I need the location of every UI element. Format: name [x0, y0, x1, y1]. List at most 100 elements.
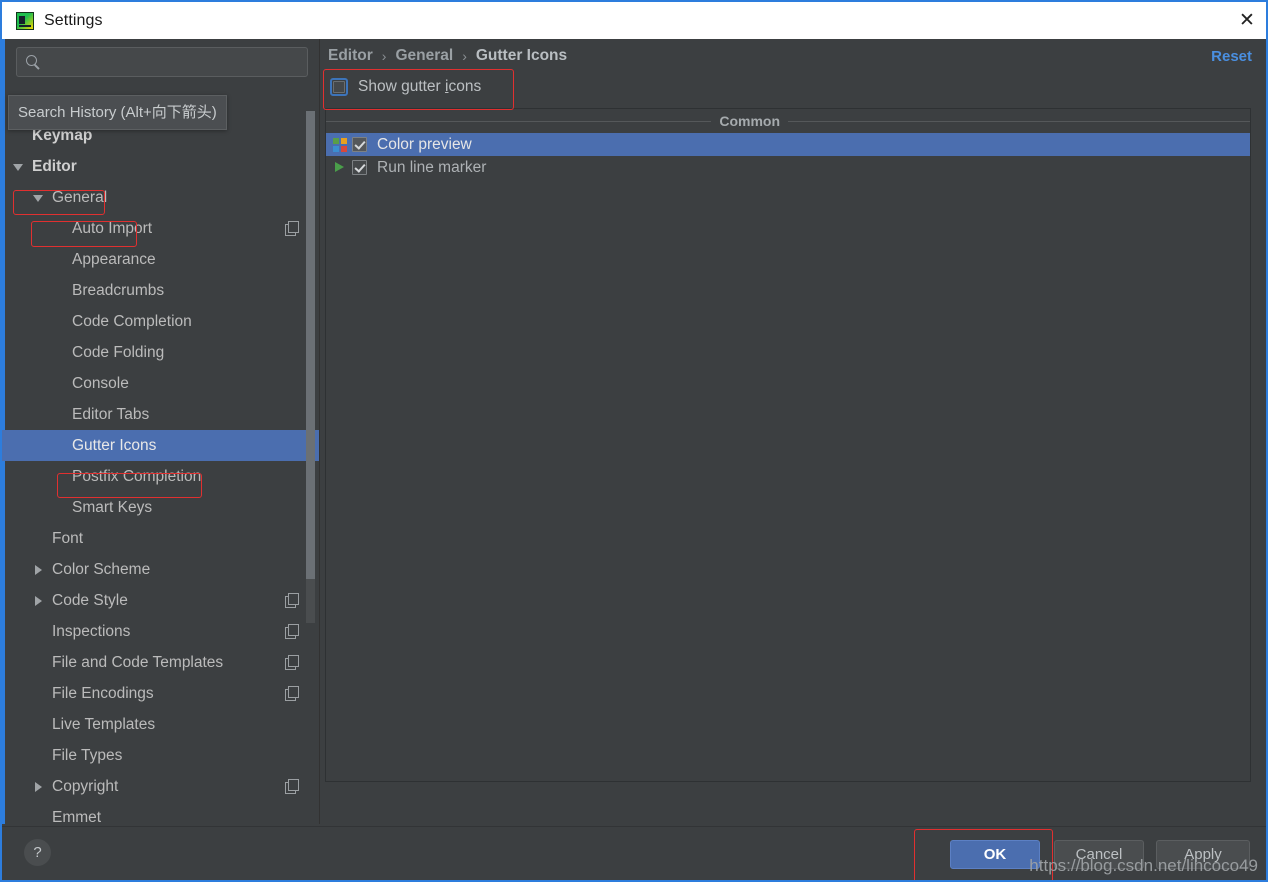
sidebar-item-label: Emmet — [52, 808, 102, 825]
help-button[interactable]: ? — [24, 839, 51, 866]
settings-main-pane: Editor › General › Gutter Icons Reset Sh… — [320, 39, 1266, 824]
sidebar-item-label: Color Scheme — [52, 560, 151, 578]
sidebar-item-label: Live Templates — [52, 715, 156, 733]
sidebar-item-label: Copyright — [52, 777, 119, 795]
color-swatch-cell — [341, 146, 347, 152]
chevron-right-icon: › — [462, 48, 467, 64]
gutter-icon-rows: Color preview Run line marker — [326, 133, 1250, 179]
sidebar-item-label: Console — [72, 374, 129, 392]
sidebar-item-label: Font — [52, 529, 84, 547]
pycharm-icon — [16, 11, 34, 30]
divider-left — [326, 120, 712, 122]
sidebar-item-auto-import[interactable]: Auto Import — [2, 213, 319, 244]
sidebar-item-label: File Types — [52, 746, 123, 764]
checkbox-box[interactable] — [330, 78, 348, 96]
color-swatch-cell — [333, 138, 339, 144]
search-icon — [26, 55, 37, 66]
copy-settings-icon — [285, 686, 299, 701]
sidebar-item-label: Smart Keys — [72, 498, 153, 516]
label-part-pre: Show gutter — [358, 78, 446, 95]
search-history-tooltip: Search History (Alt+向下箭头) — [8, 95, 227, 130]
dialog-body: Search History (Alt+向下箭头) Appearance & B… — [2, 39, 1266, 878]
sidebar-item-font[interactable]: Font — [2, 523, 319, 554]
chevron-right-icon[interactable] — [32, 563, 46, 577]
sidebar-item-code-completion[interactable]: Code Completion — [2, 306, 319, 337]
sidebar-item-file-encodings[interactable]: File Encodings — [2, 678, 319, 709]
watermark: https://blog.csdn.net/lincoco49 — [1029, 856, 1258, 875]
section-title: Common — [719, 113, 780, 129]
copy-settings-icon — [285, 779, 299, 794]
sidebar-item-appearance[interactable]: Appearance — [2, 244, 319, 275]
sidebar-item-general[interactable]: General — [2, 182, 319, 213]
color-swatch-cell — [341, 138, 347, 144]
sidebar-item-emmet[interactable]: Emmet — [2, 802, 319, 825]
breadcrumb-item-0[interactable]: Editor — [328, 47, 373, 65]
sidebar-item-code-style[interactable]: Code Style — [2, 585, 319, 616]
sidebar-item-copyright[interactable]: Copyright — [2, 771, 319, 802]
color-swatch-icon — [326, 133, 352, 156]
sidebar-item-label: File and Code Templates — [52, 653, 224, 671]
row-label: Color preview — [377, 135, 472, 153]
sidebar-item-code-folding[interactable]: Code Folding — [2, 337, 319, 368]
close-icon[interactable]: ✕ — [1224, 2, 1266, 39]
reset-button[interactable]: Reset — [1211, 48, 1252, 65]
color-swatch-cell — [333, 146, 339, 152]
sidebar-item-label: Code Folding — [72, 343, 165, 361]
settings-tree[interactable]: Appearance & BehaviorKeymapEditorGeneral… — [2, 89, 319, 825]
sidebar-item-label: General — [52, 188, 108, 206]
breadcrumb-item-2: Gutter Icons — [475, 47, 568, 64]
sidebar-item-postfix-completion[interactable]: Postfix Completion — [2, 461, 319, 492]
title-bar: Settings ✕ — [2, 0, 1266, 39]
copy-settings-icon — [285, 593, 299, 608]
gutter-icon-row[interactable]: Color preview — [326, 133, 1250, 156]
sidebar-item-gutter-icons[interactable]: Gutter Icons — [2, 430, 319, 461]
chevron-right-icon[interactable] — [32, 780, 46, 794]
chevron-right-icon[interactable] — [32, 594, 46, 608]
sidebar-item-color-scheme[interactable]: Color Scheme — [2, 554, 319, 585]
sidebar-item-smart-keys[interactable]: Smart Keys — [2, 492, 319, 523]
gutter-icon-row[interactable]: Run line marker — [326, 156, 1250, 179]
sidebar-item-file-types[interactable]: File Types — [2, 740, 319, 771]
settings-sidebar: Search History (Alt+向下箭头) Appearance & B… — [2, 39, 320, 824]
sidebar-item-console[interactable]: Console — [2, 368, 319, 399]
breadcrumb-item-1[interactable]: General — [395, 47, 453, 65]
search-input[interactable] — [16, 47, 308, 77]
ok-button[interactable]: OK — [950, 840, 1040, 869]
sidebar-item-label: Editor — [32, 157, 77, 175]
sidebar-item-live-templates[interactable]: Live Templates — [2, 709, 319, 740]
chevron-down-icon[interactable] — [12, 160, 26, 174]
sidebar-item-label: Appearance — [72, 250, 156, 268]
sidebar-scrollbar-thumb[interactable] — [306, 111, 315, 579]
show-gutter-icons-checkbox[interactable]: Show gutter icons — [330, 74, 481, 100]
row-checkbox[interactable] — [352, 137, 367, 152]
run-play-icon — [326, 156, 352, 179]
row-checkbox[interactable] — [352, 160, 367, 175]
sidebar-item-editor[interactable]: Editor — [2, 151, 319, 182]
sidebar-item-label: Auto Import — [72, 219, 153, 237]
show-gutter-icons-label: Show gutter icons — [358, 78, 481, 96]
chevron-down-icon[interactable] — [32, 191, 46, 205]
sidebar-item-label: Inspections — [52, 622, 131, 640]
breadcrumb: Editor › General › Gutter Icons — [328, 47, 567, 65]
copy-settings-icon — [285, 221, 299, 236]
copy-settings-icon — [285, 624, 299, 639]
sidebar-item-editor-tabs[interactable]: Editor Tabs — [2, 399, 319, 430]
sidebar-item-label: Code Style — [52, 591, 128, 609]
sidebar-item-breadcrumbs[interactable]: Breadcrumbs — [2, 275, 319, 306]
sidebar-item-file-and-code-templates[interactable]: File and Code Templates — [2, 647, 319, 678]
checkbox-inner — [333, 81, 345, 93]
sidebar-item-label: File Encodings — [52, 684, 154, 702]
sidebar-item-inspections[interactable]: Inspections — [2, 616, 319, 647]
chevron-right-icon: › — [381, 48, 387, 64]
